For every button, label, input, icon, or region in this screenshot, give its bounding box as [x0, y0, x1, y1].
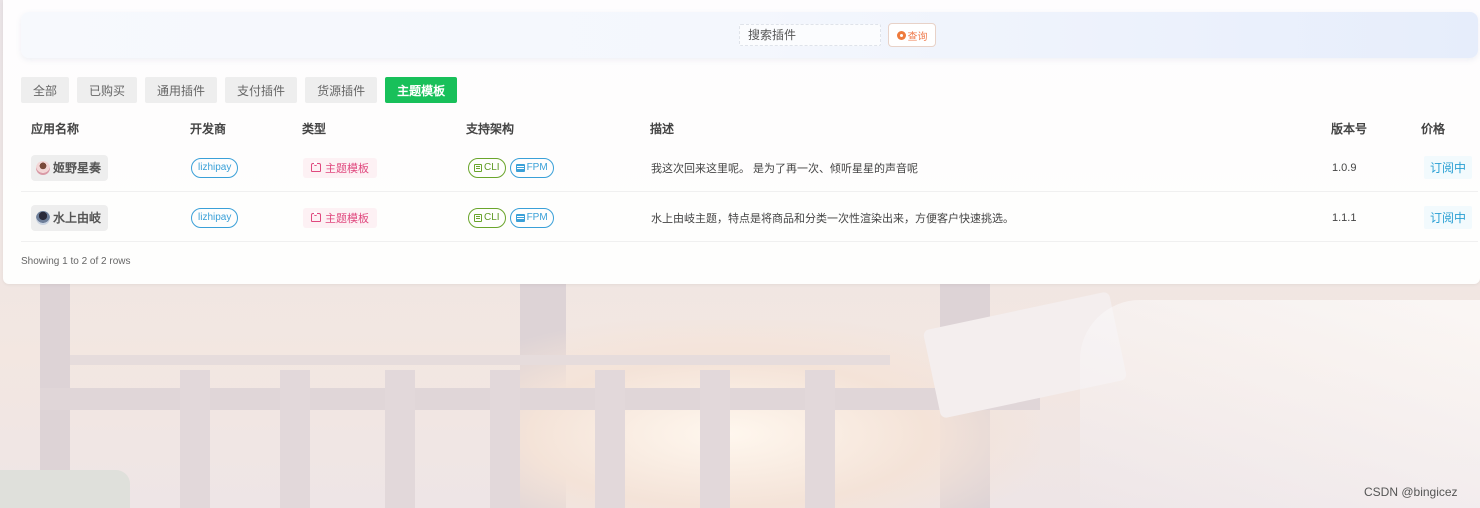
price-status[interactable]: 订阅中: [1424, 206, 1473, 229]
app-name: 姬野星奏: [53, 161, 102, 175]
shirt-icon: [311, 162, 321, 172]
tab-general-plugins[interactable]: 通用插件: [145, 77, 218, 103]
table-row: 水上由岐 lizhipay 主题模板 CLI FPM 水上由岐主题，特点是将商品…: [21, 193, 1478, 242]
developer-badge: lizhipay: [191, 157, 239, 178]
app-avatar: [36, 160, 50, 175]
bg-character-cloth: [1080, 300, 1480, 508]
app-name-chip[interactable]: 姬野星奏: [31, 154, 109, 181]
search-icon: [896, 30, 906, 40]
header-architecture[interactable]: 支持架构: [466, 120, 514, 137]
type-label: 主题模板: [325, 212, 369, 225]
type-badge: 主题模板: [303, 157, 377, 178]
terminal-icon: [474, 163, 482, 172]
bg-post: [385, 370, 415, 508]
bg-post: [280, 370, 310, 508]
header-developer[interactable]: 开发商: [190, 120, 226, 137]
bg-post: [700, 370, 730, 508]
bg-rail: [70, 355, 890, 365]
pagination-info: Showing 1 to 2 of 2 rows: [21, 256, 131, 267]
bg-corner-object: [0, 470, 130, 508]
header-price[interactable]: 价格: [1421, 120, 1445, 137]
header-app-name[interactable]: 应用名称: [31, 120, 79, 137]
terminal-icon: [474, 213, 482, 222]
table-row: 姬野星奏 lizhipay 主题模板 CLI FPM 我这次回来这里呢。 是为了…: [21, 143, 1478, 192]
description: 我这次回来这里呢。 是为了再一次、倾听星星的声音呢: [651, 162, 919, 175]
plugin-store-panel: 查询 全部 已购买 通用插件 支付插件 货源插件 主题模板 应用名称 开发商 类…: [3, 0, 1480, 284]
table-header: 应用名称 开发商 类型 支持架构 描述 版本号 价格: [21, 118, 1478, 138]
header-description[interactable]: 描述: [650, 120, 674, 137]
header-type[interactable]: 类型: [302, 120, 326, 137]
shirt-icon: [311, 212, 321, 222]
cli-badge: CLI: [468, 157, 506, 178]
cli-label: CLI: [484, 212, 500, 223]
fpm-label: FPM: [526, 212, 548, 223]
description: 水上由岐主题，特点是将商品和分类一次性渲染出来，方便客户快速挑选。: [651, 212, 1014, 225]
search-button[interactable]: 查询: [888, 23, 936, 47]
tab-purchased[interactable]: 已购买: [77, 77, 138, 103]
price-status[interactable]: 订阅中: [1424, 156, 1473, 179]
app-name-chip[interactable]: 水上由岐: [31, 204, 109, 231]
tab-payment-plugins[interactable]: 支付插件: [225, 77, 298, 103]
type-label: 主题模板: [325, 162, 369, 175]
fpm-label: FPM: [526, 162, 548, 173]
bg-post: [595, 370, 625, 508]
watermark: CSDN @bingicez: [1364, 485, 1458, 499]
search-input[interactable]: [739, 24, 881, 46]
architecture-badges: CLI FPM: [468, 157, 554, 178]
fpm-badge: FPM: [509, 157, 554, 178]
type-badge: 主题模板: [303, 207, 377, 228]
architecture-badges: CLI FPM: [468, 207, 554, 228]
bg-post: [490, 370, 520, 508]
tab-theme-templates[interactable]: 主题模板: [385, 77, 458, 103]
bg-post: [180, 370, 210, 508]
version: 1.0.9: [1332, 161, 1357, 174]
app-avatar: [36, 210, 50, 225]
tab-all[interactable]: 全部: [21, 77, 70, 103]
search-bar: 查询: [21, 12, 1478, 58]
bg-post: [805, 370, 835, 508]
search-button-label: 查询: [907, 31, 928, 43]
category-tabs: 全部 已购买 通用插件 支付插件 货源插件 主题模板: [21, 77, 458, 103]
developer-badge: lizhipay: [191, 207, 239, 228]
server-icon: [515, 213, 525, 222]
fpm-badge: FPM: [509, 207, 554, 228]
cli-badge: CLI: [468, 207, 506, 228]
version: 1.1.1: [1332, 211, 1357, 224]
header-version[interactable]: 版本号: [1331, 120, 1367, 137]
tab-supply-plugins[interactable]: 货源插件: [305, 77, 378, 103]
server-icon: [515, 163, 525, 172]
app-name: 水上由岐: [53, 211, 102, 225]
cli-label: CLI: [484, 162, 500, 173]
